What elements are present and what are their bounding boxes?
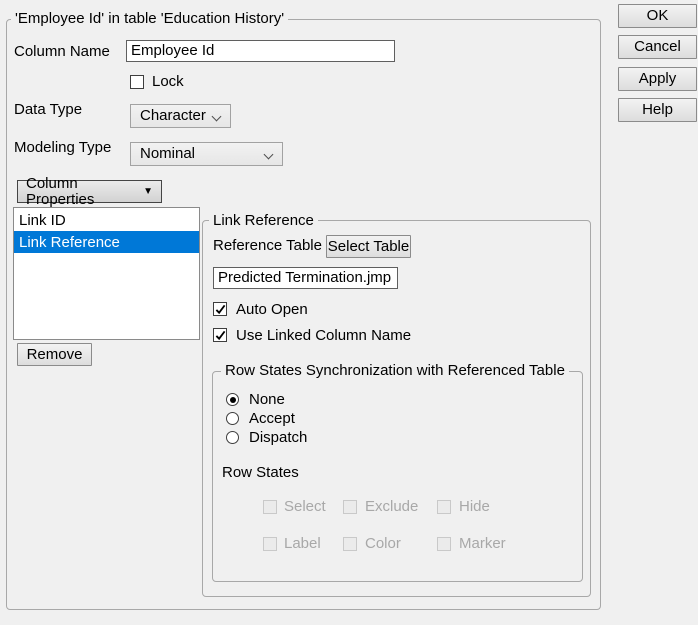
select-table-button[interactable]: Select Table <box>326 235 411 258</box>
radio-none-label[interactable]: None <box>249 391 285 409</box>
reference-table-input[interactable]: Predicted Termination.jmp <box>213 267 398 289</box>
column-name-input[interactable]: Employee Id <box>126 40 395 62</box>
data-type-value: Character <box>140 108 206 124</box>
chevron-down-icon <box>212 112 222 122</box>
remove-button[interactable]: Remove <box>17 343 92 366</box>
row-states-sync-legend: Row States Synchronization with Referenc… <box>221 362 569 380</box>
radio-none[interactable] <box>226 393 239 406</box>
modeling-type-value: Nominal <box>140 146 195 162</box>
modeling-type-label: Modeling Type <box>14 139 111 157</box>
radio-accept[interactable] <box>226 412 239 425</box>
column-name-value: Employee Id <box>131 43 214 59</box>
row-state-checkbox-color <box>343 537 357 551</box>
dropdown-triangle-icon: ▼ <box>143 187 153 197</box>
row-state-label-label: Label <box>284 535 321 553</box>
row-state-label-exclude: Exclude <box>365 498 418 516</box>
chevron-down-icon <box>264 150 274 160</box>
use-linked-column-name-checkbox[interactable] <box>213 328 227 342</box>
radio-dot-icon <box>230 397 236 403</box>
help-button[interactable]: Help <box>618 98 697 122</box>
auto-open-checkbox[interactable] <box>213 302 227 316</box>
data-type-label: Data Type <box>14 101 82 119</box>
column-name-label: Column Name <box>14 43 110 61</box>
column-properties-button[interactable]: Column Properties ▼ <box>17 180 162 203</box>
modeling-type-select[interactable]: Nominal <box>130 142 283 166</box>
row-state-label-select: Select <box>284 498 326 516</box>
row-states-label: Row States <box>222 464 299 482</box>
row-state-label-color: Color <box>365 535 401 553</box>
column-properties-label: Column Properties <box>26 176 135 208</box>
ok-button[interactable]: OK <box>618 4 697 28</box>
link-reference-legend: Link Reference <box>209 212 318 230</box>
use-linked-column-name-label[interactable]: Use Linked Column Name <box>236 327 411 345</box>
reference-table-value: Predicted Termination.jmp <box>218 270 391 286</box>
properties-listbox: Link ID Link Reference <box>13 207 200 340</box>
radio-accept-label[interactable]: Accept <box>249 410 295 428</box>
row-state-label-hide: Hide <box>459 498 490 516</box>
dialog-title: 'Employee Id' in table 'Education Histor… <box>11 10 288 28</box>
radio-dispatch-label[interactable]: Dispatch <box>249 429 307 447</box>
checkmark-icon <box>215 330 226 341</box>
list-item-link-id[interactable]: Link ID <box>14 209 199 231</box>
data-type-select[interactable]: Character <box>130 104 231 128</box>
column-info-dialog: 'Employee Id' in table 'Education Histor… <box>0 0 698 625</box>
lock-label[interactable]: Lock <box>152 73 184 91</box>
row-state-checkbox-select <box>263 500 277 514</box>
lock-checkbox[interactable] <box>130 75 144 89</box>
reference-table-label: Reference Table <box>213 237 322 255</box>
auto-open-label[interactable]: Auto Open <box>236 301 308 319</box>
checkmark-icon <box>215 304 226 315</box>
row-state-checkbox-hide <box>437 500 451 514</box>
row-state-label-marker: Marker <box>459 535 506 553</box>
apply-button[interactable]: Apply <box>618 67 697 91</box>
list-item-link-reference[interactable]: Link Reference <box>14 231 199 253</box>
row-state-checkbox-marker <box>437 537 451 551</box>
cancel-button[interactable]: Cancel <box>618 35 697 59</box>
row-state-checkbox-label <box>263 537 277 551</box>
radio-dispatch[interactable] <box>226 431 239 444</box>
row-state-checkbox-exclude <box>343 500 357 514</box>
